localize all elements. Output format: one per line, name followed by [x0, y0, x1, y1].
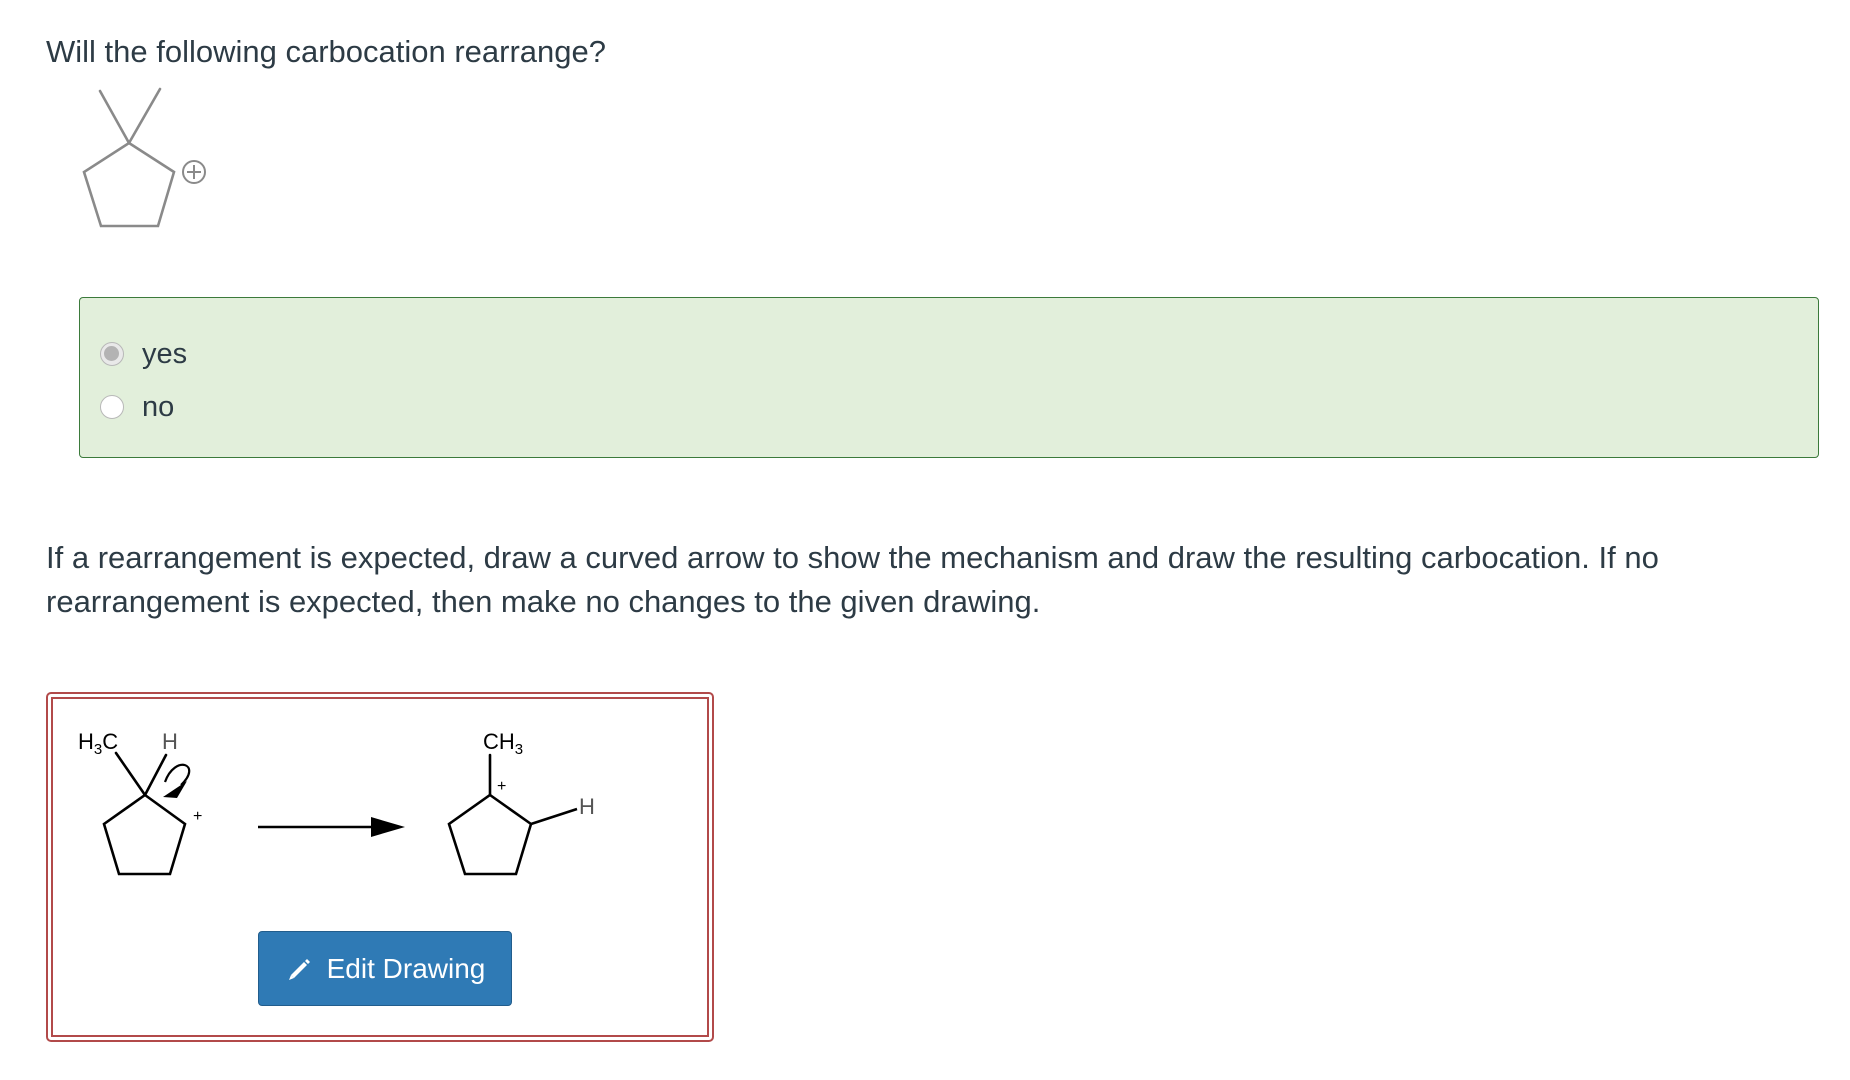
product-h-label: H: [579, 794, 595, 819]
edit-drawing-label: Edit Drawing: [326, 952, 486, 984]
drawing-canvas: H3C H + CH3 H + Edit Drawing: [51, 697, 709, 1037]
reactant-structure: H3C H +: [78, 729, 202, 876]
reaction-arrow-icon: [258, 817, 405, 837]
instructions-text: If a rearrangement is expected, draw a c…: [46, 540, 1659, 619]
pencil-icon: [288, 958, 310, 980]
edit-drawing-button[interactable]: Edit Drawing: [258, 931, 512, 1006]
cation-charge-icon: [182, 160, 206, 184]
reactant-methyl-label: H3C: [78, 729, 118, 758]
reactant-ring: [102, 793, 187, 876]
option-no[interactable]: no: [100, 387, 174, 427]
radio-yes[interactable]: [100, 342, 124, 366]
product-h-bond: [530, 807, 578, 826]
product-charge: +: [497, 778, 506, 795]
reactant-h-label: H: [162, 729, 178, 754]
answer-choices: yes no: [79, 297, 1819, 458]
drawing-panel: H3C H + CH3 H + Edit Drawing: [46, 692, 714, 1042]
methyl-bond-left: [98, 89, 131, 145]
curved-arrow-head: [163, 781, 187, 798]
product-methyl-label: CH3: [483, 729, 523, 758]
methyl-bond-right: [127, 87, 162, 145]
question-carbocation-structure: [82, 87, 206, 228]
cyclopentane-ring: [82, 141, 176, 228]
reactant-charge: +: [193, 808, 202, 825]
question-text: Will the following carbocation rearrange…: [46, 34, 607, 69]
radio-no[interactable]: [100, 395, 124, 419]
option-yes-label: yes: [142, 337, 188, 370]
product-structure: CH3 H +: [447, 729, 595, 876]
product-ring: [447, 793, 533, 876]
option-yes[interactable]: yes: [100, 334, 187, 374]
option-no-label: no: [142, 390, 175, 423]
